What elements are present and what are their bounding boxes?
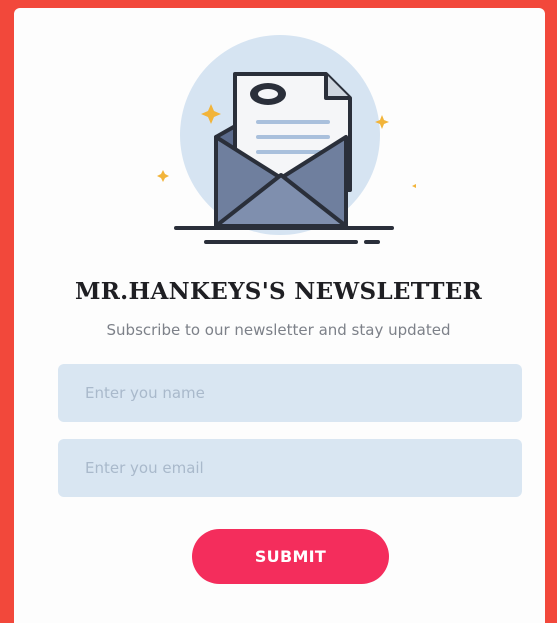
submit-button[interactable]: SUBMIT bbox=[192, 529, 389, 584]
name-input[interactable] bbox=[58, 364, 522, 422]
newsletter-subtitle: Subscribe to our newsletter and stay upd… bbox=[106, 321, 451, 339]
email-input[interactable] bbox=[58, 439, 522, 497]
newsletter-title: MR.HANKEYS'S NEWSLETTER bbox=[74, 278, 483, 305]
envelope-letter-icon bbox=[157, 35, 416, 244]
